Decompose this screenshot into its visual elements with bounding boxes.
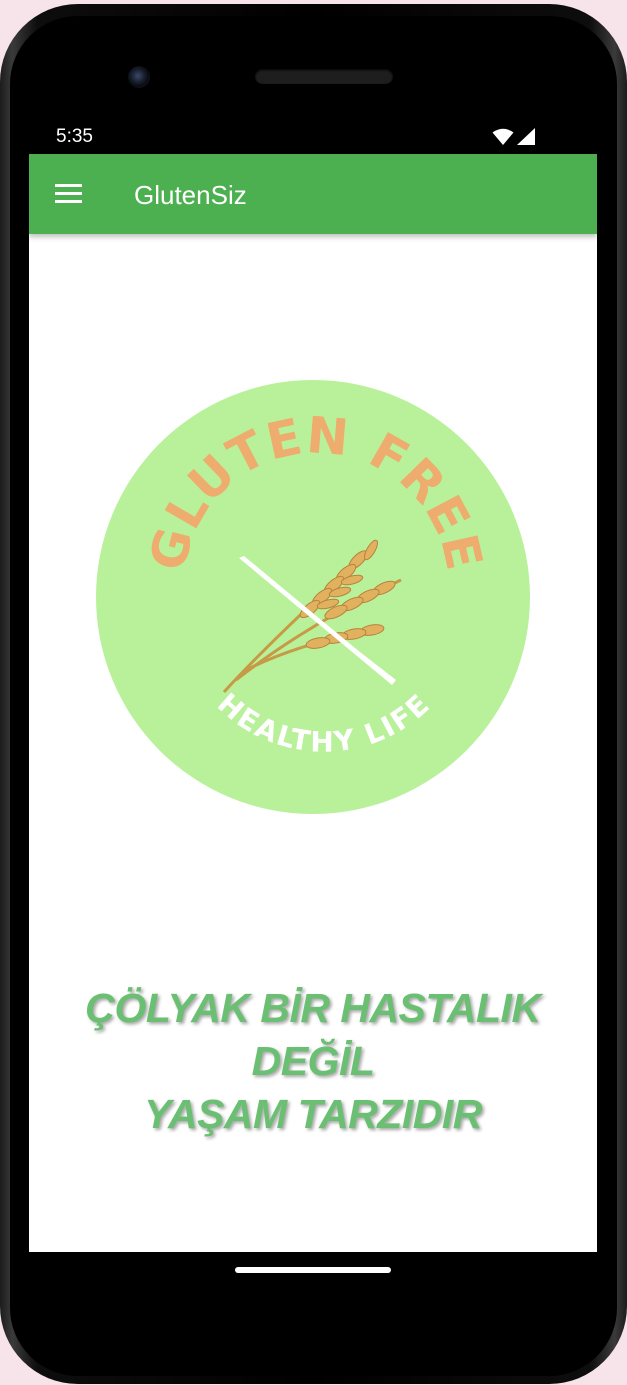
app-screen: GlutenSiz GLUTEN FREE HEALTHY LIFE ÇÖLYA… [29,154,597,1252]
status-bar: 5:35 [29,118,597,154]
slogan: ÇÖLYAK BİR HASTALIK DEĞİL YAŞAM TARZIDIR [29,982,597,1141]
status-time: 5:35 [56,126,93,147]
wifi-icon [492,128,514,145]
earpiece-speaker [255,69,393,84]
home-gesture-handle[interactable] [235,1267,391,1273]
front-camera [128,66,150,88]
gluten-free-logo: GLUTEN FREE HEALTHY LIFE [96,380,530,814]
navigation-bar [29,1252,597,1312]
signal-icon [517,128,535,145]
slogan-line-2: YAŞAM TARZIDIR [144,1091,482,1137]
menu-icon[interactable] [55,184,83,206]
toolbar-title: GlutenSiz [134,180,247,210]
app-toolbar: GlutenSiz [29,154,597,234]
slogan-line-1: ÇÖLYAK BİR HASTALIK DEĞİL [85,985,541,1084]
